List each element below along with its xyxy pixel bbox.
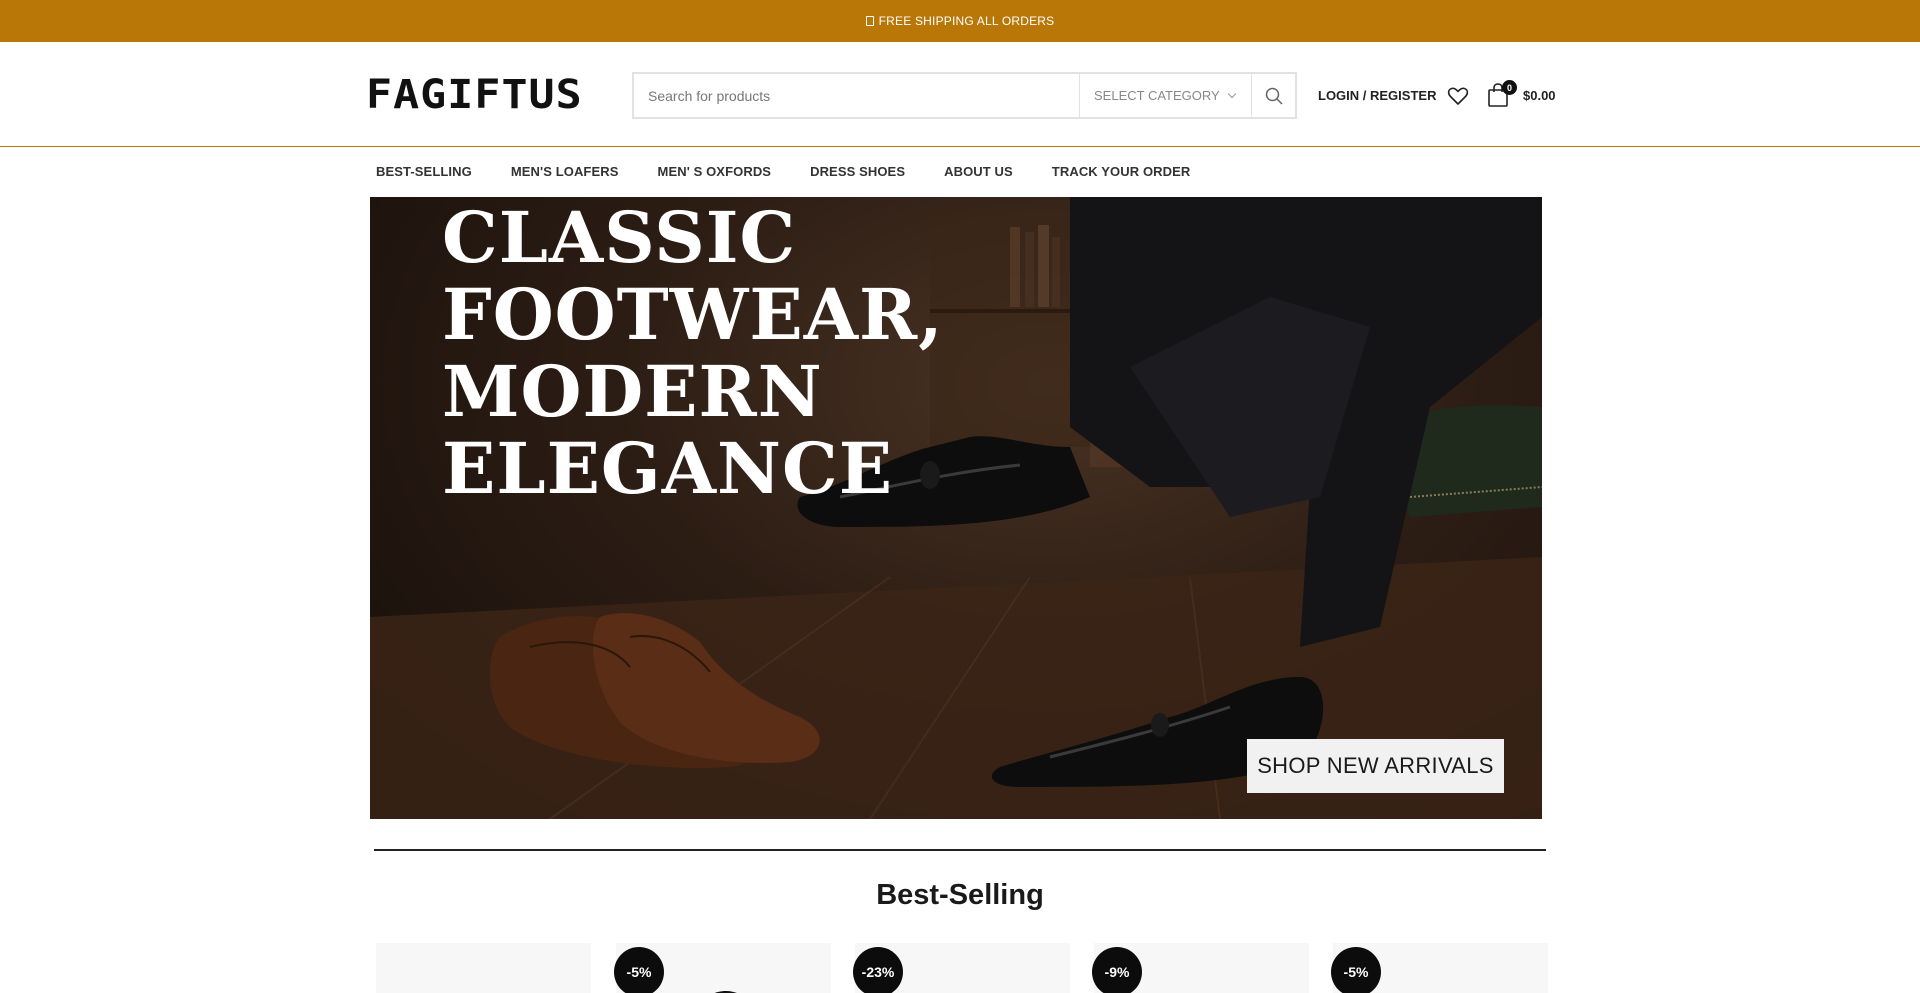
product-card[interactable] — [376, 943, 591, 993]
site-logo[interactable]: FAGIFTUS — [366, 72, 583, 118]
category-select[interactable]: SELECT CATEGORY — [1079, 74, 1251, 117]
main-nav: BEST-SELLING MEN'S LOAFERS MEN' S OXFORD… — [376, 148, 1229, 194]
announcement-text: FREE SHIPPING ALL ORDERS — [878, 14, 1055, 28]
search-button[interactable] — [1251, 74, 1295, 117]
site-header: FAGIFTUS SELECT CATEGORY LOGIN / REGISTE… — [0, 42, 1920, 147]
announcement-bar: FREE SHIPPING ALL ORDERS — [0, 0, 1920, 42]
nav-item-mens-oxfords[interactable]: MEN' S OXFORDS — [658, 164, 772, 179]
nav-item-mens-loafers[interactable]: MEN'S LOAFERS — [511, 164, 619, 179]
shop-new-arrivals-button[interactable]: SHOP NEW ARRIVALS — [1247, 739, 1504, 793]
login-register-link[interactable]: LOGIN / REGISTER — [1318, 86, 1436, 106]
nav-item-track-order[interactable]: TRACK YOUR ORDER — [1052, 164, 1191, 179]
nav-item-best-selling[interactable]: BEST-SELLING — [376, 164, 472, 179]
nav-item-about-us[interactable]: ABOUT US — [944, 164, 1013, 179]
cart-total[interactable]: $0.00 — [1523, 86, 1556, 106]
nav-item-dress-shoes[interactable]: DRESS SHOES — [810, 164, 905, 179]
product-card[interactable]: -23% — [853, 943, 1070, 993]
hero-banner: CLASSIC FOOTWEAR, MODERN ELEGANCE SHOP N… — [370, 197, 1542, 819]
search-input[interactable] — [634, 74, 1079, 117]
section-title-best-selling: Best-Selling — [876, 879, 1044, 911]
category-select-label: SELECT CATEGORY — [1094, 88, 1220, 103]
truck-icon — [865, 16, 874, 26]
section-divider — [374, 849, 1546, 851]
product-card[interactable]: -5% — [614, 943, 831, 993]
heart-icon[interactable] — [1446, 84, 1470, 108]
discount-badge: -23% — [853, 947, 903, 993]
discount-badge: -5% — [614, 947, 664, 993]
search-bar: SELECT CATEGORY — [632, 72, 1297, 119]
product-grid: -5% -23% -9% -5% — [376, 943, 1548, 993]
search-icon — [1265, 87, 1283, 105]
discount-badge: -9% — [1092, 947, 1142, 993]
hero-headline: CLASSIC FOOTWEAR, MODERN ELEGANCE — [442, 197, 944, 510]
cart-count-badge: 0 — [1502, 80, 1517, 95]
chevron-down-icon — [1227, 89, 1237, 99]
discount-badge: -5% — [1331, 947, 1381, 993]
product-image — [714, 990, 737, 993]
product-card[interactable]: -5% — [1331, 943, 1548, 993]
product-card[interactable]: -9% — [1092, 943, 1309, 993]
